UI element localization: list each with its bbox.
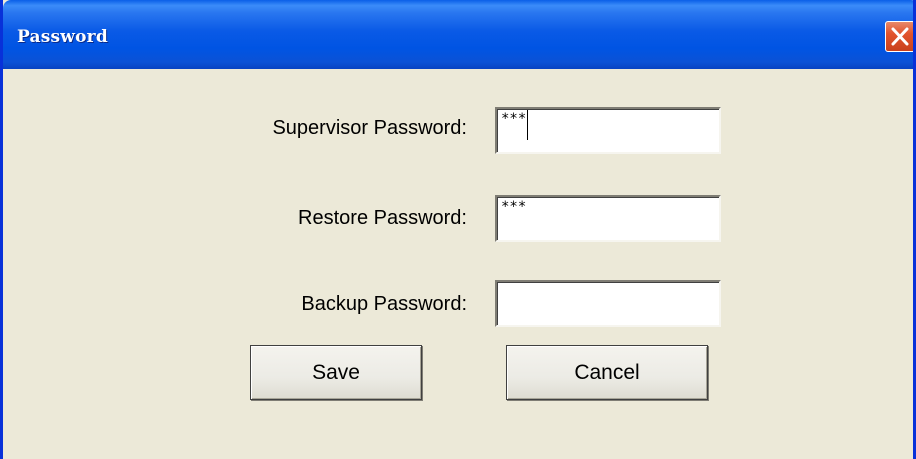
supervisor-password-field[interactable]: *** — [495, 107, 721, 154]
supervisor-password-value: *** — [501, 111, 527, 127]
text-caret — [527, 110, 529, 140]
password-dialog: Password Supervisor Password: *** Restor… — [0, 0, 916, 459]
backup-password-field[interactable] — [495, 280, 721, 327]
cancel-button[interactable]: Cancel — [506, 345, 708, 400]
backup-password-label: Backup Password: — [301, 293, 467, 315]
restore-password-value: *** — [501, 199, 527, 215]
save-button[interactable]: Save — [250, 345, 422, 400]
restore-password-field[interactable]: *** — [495, 195, 721, 242]
close-x-icon — [891, 27, 909, 46]
supervisor-password-label: Supervisor Password: — [272, 117, 467, 139]
restore-password-label: Restore Password: — [298, 207, 467, 229]
window-title: Password — [17, 27, 108, 47]
title-bar[interactable]: Password — [3, 0, 913, 69]
close-button[interactable] — [885, 21, 913, 52]
